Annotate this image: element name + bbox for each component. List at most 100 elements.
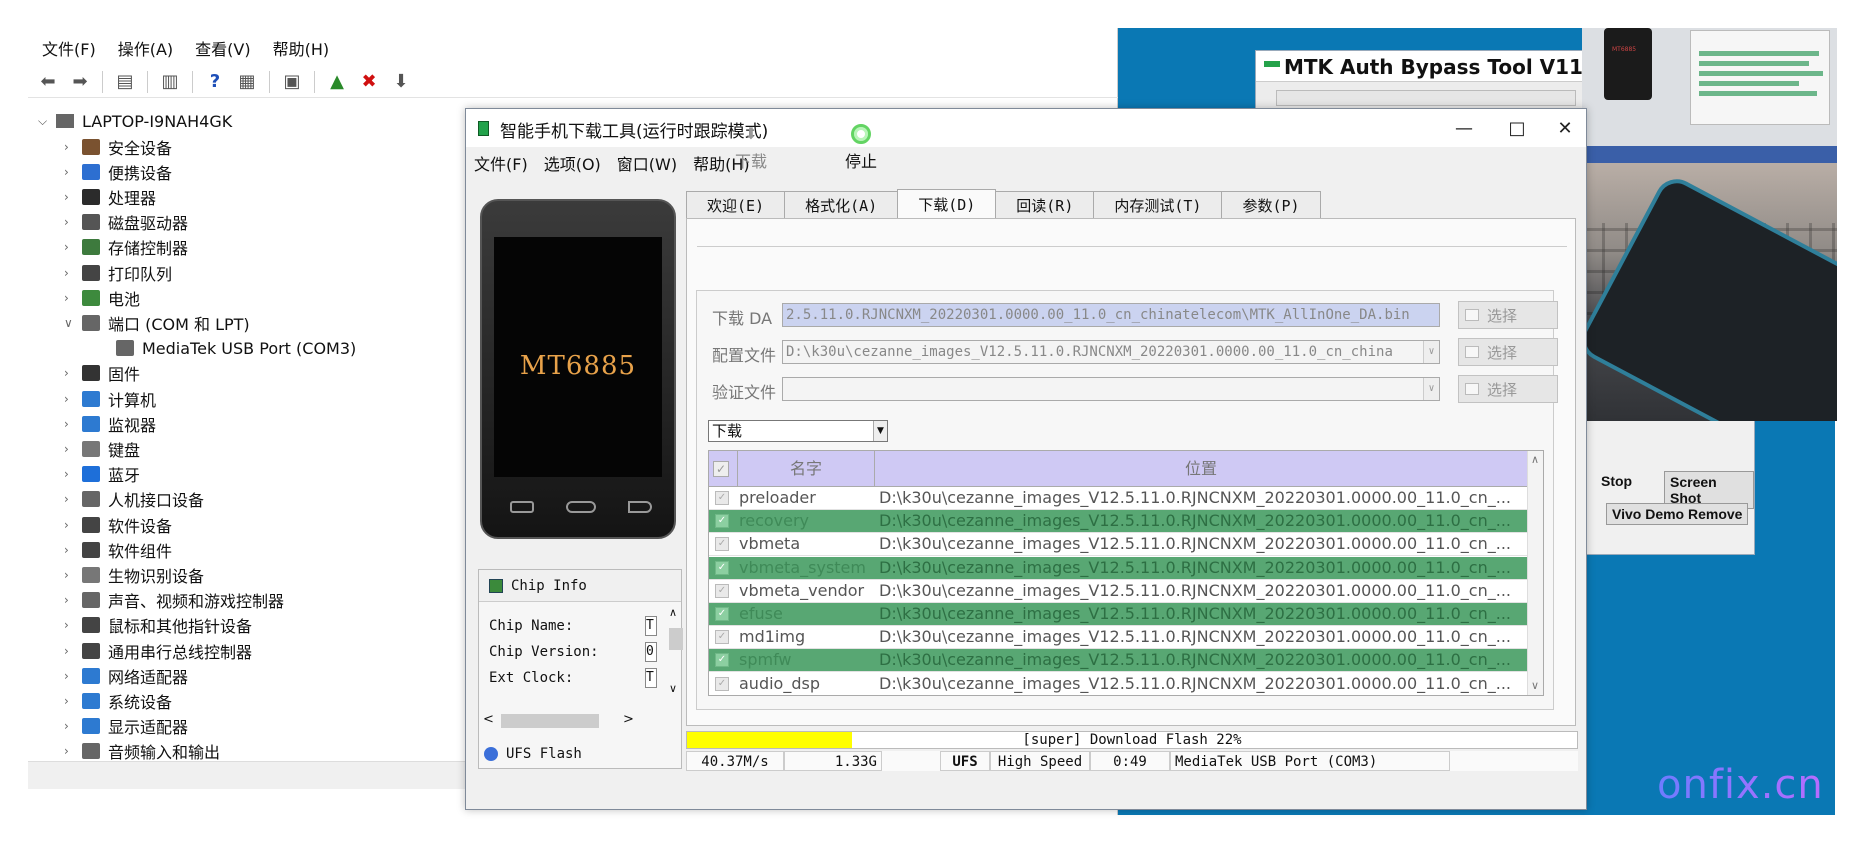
uninstall-icon[interactable]: ✖ (355, 70, 383, 94)
chevron-right-icon[interactable]: › (64, 744, 82, 758)
properties-icon[interactable]: ▤ (111, 70, 139, 94)
forward-arrow-icon[interactable]: ➡ (66, 70, 94, 94)
tree-category-item[interactable]: › 打印队列 (64, 260, 172, 285)
chevron-down-icon[interactable]: ∨ (1531, 679, 1539, 692)
tree-child-item[interactable]: MediaTek USB Port (COM3) (116, 336, 356, 361)
chip-info-hscrollbar[interactable]: < > (483, 712, 635, 730)
tab-memory-test[interactable]: 内存测试(T) (1093, 191, 1223, 219)
file-path-input[interactable]: D:\k30u\cezanne_images_V12.5.11.0.RJNCNX… (782, 340, 1440, 364)
view-icon[interactable]: ▦ (233, 70, 261, 94)
table-row[interactable]: ✓ vbmeta_system D:\k30u\cezanne_images_V12… (709, 556, 1527, 580)
devmgr-menu-action[interactable]: 操作(A) (104, 36, 181, 60)
chevron-right-icon[interactable]: › (64, 518, 82, 532)
tree-category-item[interactable]: › 软件设备 (64, 512, 172, 537)
tree-category-item[interactable]: › 音频输入和输出 (64, 739, 220, 760)
chevron-right-icon[interactable]: › (64, 417, 82, 431)
column-header-location[interactable]: 位置 (875, 451, 1527, 487)
chevron-down-icon[interactable]: ∨ (1423, 341, 1439, 363)
devmgr-menu-help[interactable]: 帮助(H) (259, 36, 338, 60)
chevron-right-icon[interactable]: › (64, 618, 82, 632)
tab-download[interactable]: 下载(D) (897, 189, 997, 219)
row-checkbox[interactable]: ✓ (715, 537, 729, 552)
tree-category-item[interactable]: › 固件 (64, 361, 140, 386)
table-row[interactable]: ✓ audio_dsp D:\k30u\cezanne_images_V12.5.1… (709, 673, 1527, 695)
row-checkbox[interactable]: ✓ (715, 491, 729, 505)
chevron-down-icon[interactable]: ∨ (64, 316, 82, 330)
tab-parameters[interactable]: 参数(P) (1221, 191, 1321, 219)
chevron-right-icon[interactable]: › (64, 644, 82, 658)
choose-file-button[interactable]: 选择 (1458, 338, 1558, 366)
menu-file[interactable]: 文件(F) (466, 151, 536, 177)
row-checkbox[interactable]: ✓ (715, 676, 729, 691)
chevron-right-icon[interactable]: › (64, 215, 82, 229)
devmgr-menu-file[interactable]: 文件(F) (28, 36, 104, 60)
tree-category-item[interactable]: › 键盘 (64, 436, 140, 461)
bypass-vivo-demo-remove-button[interactable]: Vivo Demo Remove (1606, 503, 1749, 525)
tree-category-item[interactable]: › 声音、视频和游戏控制器 (64, 588, 284, 613)
row-checkbox[interactable]: ✓ (715, 560, 729, 575)
download-toolbar-button[interactable]: ⬇ 下载 (726, 124, 776, 172)
chevron-right-icon[interactable]: › (64, 543, 82, 557)
tab-welcome[interactable]: 欢迎(E) (686, 191, 786, 219)
stop-toolbar-button[interactable]: 停止 (836, 124, 886, 172)
chevron-down-icon[interactable]: ∨ (1423, 378, 1439, 400)
chevron-right-icon[interactable]: > (623, 712, 634, 727)
monitor-scan-icon[interactable]: ▣ (278, 70, 306, 94)
row-checkbox[interactable]: ✓ (715, 514, 729, 529)
tree-category-item[interactable]: › 系统设备 (64, 688, 172, 713)
table-row[interactable]: ✓ vbmeta_vendor D:\k30u\cezanne_images_V12… (709, 580, 1527, 603)
maximize-icon[interactable]: □ (1494, 113, 1540, 143)
file-path-input[interactable]: 2.5.11.0.RJNCNXM_20220301.0000.00_11.0_c… (782, 303, 1440, 327)
chevron-up-icon[interactable]: ∧ (1531, 453, 1539, 466)
chevron-left-icon[interactable]: < (483, 712, 494, 727)
menu-options[interactable]: 选项(O) (536, 151, 609, 177)
chevron-right-icon[interactable]: › (64, 190, 82, 204)
close-icon[interactable]: ✕ (1542, 113, 1588, 143)
chevron-right-icon[interactable]: › (64, 140, 82, 154)
row-checkbox[interactable]: ✓ (715, 583, 729, 598)
hscroll-thumb[interactable] (501, 714, 599, 728)
document-icon[interactable]: ▥ (156, 70, 184, 94)
table-vscrollbar[interactable]: ∧ ∨ (1527, 451, 1543, 695)
chevron-right-icon[interactable]: › (64, 392, 82, 406)
chevron-down-icon[interactable]: ∨ (669, 682, 677, 695)
bypass-stop-button[interactable]: Stop (1596, 471, 1637, 491)
menu-window[interactable]: 窗口(W) (609, 151, 685, 177)
chevron-up-icon[interactable]: ∧ (669, 606, 677, 619)
chevron-right-icon[interactable]: › (64, 568, 82, 582)
mode-dropdown[interactable]: 下载 ▼ (708, 420, 888, 442)
scroll-thumb[interactable] (669, 628, 683, 650)
download-circle-icon[interactable]: ⬇ (387, 70, 415, 94)
tree-category-item[interactable]: › 存储控制器 (64, 235, 188, 260)
chevron-right-icon[interactable]: › (64, 694, 82, 708)
chevron-right-icon[interactable]: › (64, 492, 82, 506)
tree-category-item[interactable]: › 处理器 (64, 184, 156, 209)
chevron-right-icon[interactable]: › (64, 442, 82, 456)
chevron-right-icon[interactable]: › (64, 266, 82, 280)
tree-category-item[interactable]: › 便携设备 (64, 159, 172, 184)
column-header-name[interactable]: 名字 (737, 451, 875, 487)
update-driver-icon[interactable]: ▲ (323, 70, 351, 94)
tree-category-item[interactable]: › 计算机 (64, 386, 156, 411)
file-path-input[interactable]: ∨ (782, 377, 1440, 401)
select-all-checkbox[interactable]: ✓ (713, 461, 729, 477)
table-row[interactable]: ✓ efuse D:\k30u\cezanne_images_V12.5.11.0.… (709, 603, 1527, 626)
chevron-right-icon[interactable]: › (64, 669, 82, 683)
row-checkbox[interactable]: ✓ (715, 630, 729, 645)
tree-category-item[interactable]: › 鼠标和其他指针设备 (64, 613, 252, 638)
tree-category-item[interactable]: › 生物识别设备 (64, 562, 204, 587)
back-arrow-icon[interactable]: ⬅ (34, 70, 62, 94)
table-row[interactable]: ✓ recovery D:\k30u\cezanne_images_V12.5.11… (709, 510, 1527, 534)
choose-file-button[interactable]: 选择 (1458, 301, 1558, 329)
table-row[interactable]: ✓ preloader D:\k30u\cezanne_images_V12.5.1… (709, 487, 1527, 510)
tree-root[interactable]: ⌵ LAPTOP-I9NAH4GK (38, 110, 232, 132)
table-row[interactable]: ✓ md1img D:\k30u\cezanne_images_V12.5.11.0… (709, 626, 1527, 650)
chevron-right-icon[interactable]: › (64, 467, 82, 481)
tree-category-item[interactable]: › 通用串行总线控制器 (64, 638, 252, 663)
chevron-right-icon[interactable]: › (64, 291, 82, 305)
chip-info-vscrollbar[interactable]: ∧ ∨ (667, 606, 683, 698)
tree-category-item[interactable]: ∨ 端口 (COM 和 LPT) (64, 310, 250, 335)
row-checkbox[interactable]: ✓ (715, 607, 729, 621)
chevron-right-icon[interactable]: › (64, 593, 82, 607)
chevron-right-icon[interactable]: › (64, 165, 82, 179)
